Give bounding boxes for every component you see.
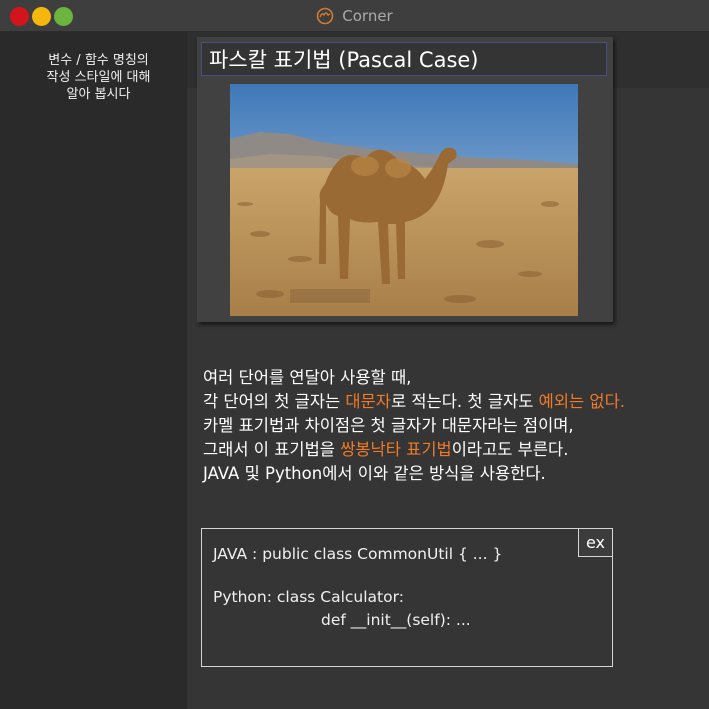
sidebar-line: 변수 / 함수 명칭의 <box>48 53 149 68</box>
description-line: 여러 단어를 연달아 사용할 때, <box>203 368 412 387</box>
topic-card: 파스칼 표기법 (Pascal Case) <box>197 37 613 322</box>
highlight-no-exception: 예외는 없다 <box>538 392 620 411</box>
description-line: 카멜 표기법과 차이점은 첫 글자가 대문자라는 점이며, <box>203 416 574 435</box>
sidebar-line: 알아 봅시다 <box>66 87 131 102</box>
highlight-bactrian-camel: 쌍봉낙타 표기법 <box>340 440 452 459</box>
description-line: 각 단어의 첫 글자는 대문자로 적는다. 첫 글자도 예외는 없다. <box>203 392 626 411</box>
example-badge[interactable]: ex <box>578 528 613 557</box>
title-bar: Corner <box>0 0 709 32</box>
description-line: JAVA 및 Python에서 이와 같은 방식을 사용한다. <box>203 464 546 483</box>
sidebar-description[interactable]: 변수 / 함수 명칭의 작성 스타일에 대해 알아 봅시다 <box>16 52 181 103</box>
sidebar-line: 작성 스타일에 대해 <box>46 70 151 85</box>
card-title: 파스칼 표기법 (Pascal Case) <box>201 42 607 76</box>
camel-photo <box>230 84 578 316</box>
java-example: JAVA : public class CommonUtil { ... } <box>213 545 503 563</box>
description-line: 그래서 이 표기법을 쌍봉낙타 표기법이라고도 부른다. <box>203 440 569 459</box>
window-title: Corner <box>342 7 393 25</box>
example-box: ex JAVA : public class CommonUtil { ... … <box>201 528 613 667</box>
highlight-uppercase: 대문자 <box>345 392 391 411</box>
python-example-init: def __init__(self): ... <box>321 611 471 629</box>
sidebar: 변수 / 함수 명칭의 작성 스타일에 대해 알아 봅시다 <box>0 32 187 709</box>
window-title-area: Corner <box>0 0 709 32</box>
description-text: 여러 단어를 연달아 사용할 때, 각 단어의 첫 글자는 대문자로 적는다. … <box>203 366 625 486</box>
python-example-class: Python: class Calculator: <box>213 588 404 606</box>
camel-logo-icon <box>316 7 334 25</box>
